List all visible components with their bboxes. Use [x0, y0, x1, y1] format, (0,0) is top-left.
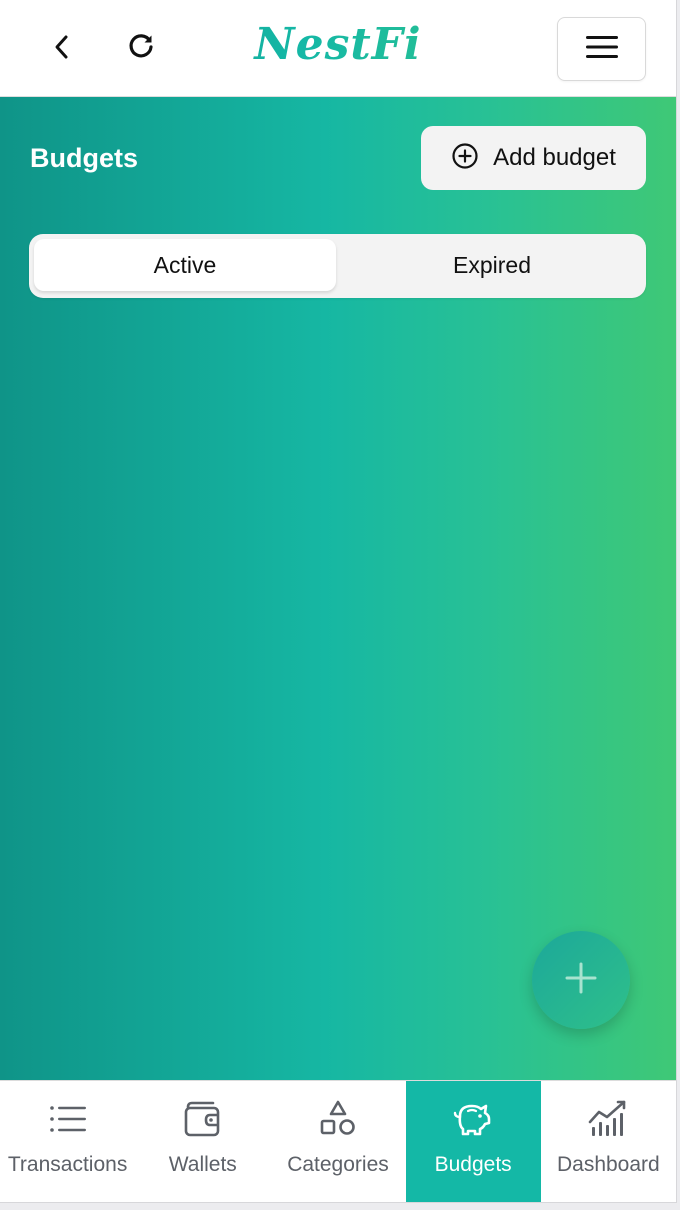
top-bar: NestFi [0, 0, 676, 97]
nav-item-budgets[interactable]: Budgets [405, 1081, 541, 1202]
nav-label-dashboard: Dashboard [556, 1153, 660, 1176]
add-budget-label: Add budget [493, 144, 616, 171]
menu-button[interactable] [557, 17, 646, 81]
bottom-navigation: Transactions Wallets Categories Budgets … [0, 1080, 676, 1202]
budget-status-tabs: Active Expired [29, 234, 646, 298]
nav-item-wallets[interactable]: Wallets [135, 1081, 270, 1202]
tab-active[interactable]: Active [34, 239, 336, 291]
chart-icon [587, 1097, 629, 1141]
list-icon [48, 1097, 88, 1141]
wallet-icon [183, 1097, 223, 1141]
add-budget-button[interactable]: Add budget [421, 126, 646, 190]
nav-item-dashboard[interactable]: Dashboard [541, 1081, 676, 1202]
tab-expired[interactable]: Expired [341, 239, 643, 291]
floating-add-button[interactable] [532, 931, 630, 1029]
hamburger-menu-icon [585, 34, 619, 65]
nav-label-wallets: Wallets [168, 1153, 237, 1176]
nav-label-transactions: Transactions [7, 1153, 128, 1176]
nav-item-transactions[interactable]: Transactions [0, 1081, 135, 1202]
app-frame: NestFi Budgets Add budget Active Expired… [0, 0, 677, 1203]
plus-circle-icon [451, 142, 479, 175]
plus-icon [564, 961, 598, 1000]
nav-label-categories: Categories [287, 1153, 389, 1176]
budgets-panel: Budgets Add budget Active Expired [0, 97, 676, 1080]
page-title: Budgets [30, 143, 138, 173]
nav-item-categories[interactable]: Categories [270, 1081, 405, 1202]
nav-label-budgets: Budgets [434, 1153, 512, 1176]
shapes-icon [318, 1097, 358, 1141]
piggy-bank-icon [452, 1097, 494, 1141]
